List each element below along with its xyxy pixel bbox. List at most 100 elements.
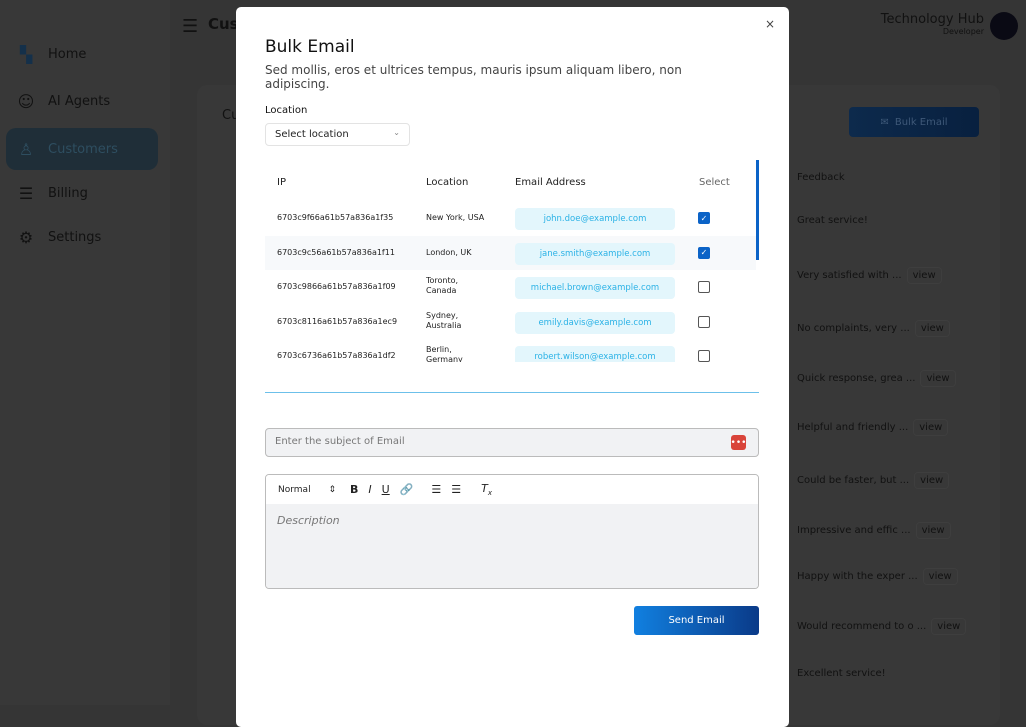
sidebar-item-customers[interactable]: ♙ Customers	[6, 128, 158, 170]
feedback-item: Great service!	[797, 215, 868, 226]
bulk-email-modal: × Bulk Email Sed mollis, eros et ultrice…	[236, 7, 789, 727]
email-chip: emily.davis@example.com	[515, 311, 675, 334]
sidebar-item-ai-agents[interactable]: ☺ AI Agents	[6, 80, 158, 122]
table-row: 6703c9c56a61b57a836a1f11 London, UK jane…	[265, 235, 756, 270]
subject-placeholder: Enter the subject of Email	[275, 436, 405, 447]
clear-format-icon[interactable]: Tx	[481, 482, 492, 497]
feedback-text: Would recommend to o ...	[797, 621, 927, 632]
user-role: Developer	[942, 27, 984, 36]
table-row: 6703c8116a61b57a836a1ec9 Sydney, Austral…	[265, 305, 756, 339]
location-cell: London, UK	[426, 247, 472, 257]
underline-icon[interactable]: U	[382, 483, 390, 496]
close-icon[interactable]: ×	[765, 17, 775, 31]
table-scrollbar[interactable]	[756, 160, 759, 260]
location-cell: Sydney, Australia	[426, 310, 462, 330]
select-checkbox[interactable]	[698, 315, 710, 328]
italic-icon[interactable]: I	[368, 483, 371, 496]
select-checkbox[interactable]: ✓	[698, 246, 710, 259]
hamburger-menu-icon[interactable]: ☰	[182, 16, 198, 37]
description-editor: Normal ⇕ B I U 🔗 ☰ ☰ Tx Description	[265, 474, 759, 589]
feedback-text: Quick response, grea ...	[797, 373, 916, 384]
feedback-text: Excellent service!	[797, 668, 886, 679]
sidebar-item-home[interactable]: ▚ Home	[6, 33, 158, 75]
view-button[interactable]: view	[913, 419, 949, 436]
sidebar-item-billing[interactable]: ☰ Billing	[6, 172, 158, 214]
feedback-item: Could be faster, but ... view	[797, 472, 950, 489]
ordered-list-icon[interactable]: ☰	[431, 483, 441, 496]
feedback-text: Happy with the exper ...	[797, 571, 918, 582]
avatar[interactable]	[990, 12, 1018, 40]
home-grid-icon: ▚	[19, 44, 33, 64]
sidebar-item-settings[interactable]: ⚙ Settings	[6, 216, 158, 258]
sidebar-item-label: Settings	[48, 229, 102, 245]
feedback-item: Excellent service!	[797, 668, 886, 679]
feedback-text: Could be faster, but ...	[797, 475, 910, 486]
feedback-item: Impressive and effic ... view	[797, 522, 951, 539]
view-button[interactable]: view	[914, 472, 950, 489]
recipients-table: IP Location Email Address Select 6703c9f…	[265, 160, 759, 362]
user-name: Technology Hub	[880, 12, 984, 27]
table-row: 6703c6736a61b57a836a1df2 Berlin, Germany…	[265, 339, 756, 362]
email-chip: robert.wilson@example.com	[515, 346, 675, 362]
sidebar-item-label: Customers	[48, 141, 118, 157]
select-checkbox[interactable]	[698, 281, 710, 293]
bold-icon[interactable]: B	[350, 483, 358, 496]
view-button[interactable]: view	[915, 522, 951, 539]
ip-cell: 6703c9f66a61b57a836a1f35	[277, 213, 394, 222]
updown-icon: ⇕	[328, 484, 336, 495]
select-checkbox[interactable]: ✓	[698, 212, 710, 224]
location-cell: New York, USA	[426, 213, 485, 222]
select-checkbox[interactable]	[698, 350, 710, 362]
ip-cell: 6703c9866a61b57a836a1f09	[277, 282, 396, 291]
feedback-item: Very satisfied with ... view	[797, 267, 942, 284]
bulk-email-label: Bulk Email	[894, 116, 948, 128]
table-row: 6703c9f66a61b57a836a1f35 New York, USA j…	[265, 201, 756, 235]
format-select[interactable]: Normal ⇕	[278, 485, 340, 495]
divider	[265, 392, 759, 393]
column-header-location: Location	[426, 177, 469, 188]
subject-input[interactable]: Enter the subject of Email •••	[265, 428, 759, 457]
receipt-icon: ☰	[18, 183, 34, 203]
feedback-text: Helpful and friendly ...	[797, 422, 909, 433]
feedback-item: Helpful and friendly ... view	[797, 419, 949, 436]
bulk-email-button[interactable]: ✉ Bulk Email	[849, 107, 979, 137]
link-icon[interactable]: 🔗	[400, 483, 414, 496]
table-row: 6703c9866a61b57a836a1f09 Toronto, Canada…	[265, 270, 756, 304]
location-cell: Berlin, Germany	[426, 345, 463, 362]
description-placeholder: Description	[277, 514, 340, 527]
feedback-item: Quick response, grea ... view	[797, 370, 956, 387]
editor-toolbar: Normal ⇕ B I U 🔗 ☰ ☰ Tx	[266, 475, 758, 504]
column-header-email: Email Address	[515, 177, 586, 188]
view-button[interactable]: view	[931, 618, 967, 635]
feedback-item: No complaints, very ... view	[797, 320, 950, 337]
email-chip: michael.brown@example.com	[515, 277, 675, 299]
email-chip: jane.smith@example.com	[515, 242, 675, 265]
feedback-text: No complaints, very ...	[797, 323, 910, 334]
sidebar: ▚ Home ☺ AI Agents ♙ Customers ☰ Billing ⚙ Se…	[0, 0, 170, 705]
view-button[interactable]: view	[922, 568, 958, 585]
ip-cell: 6703c6736a61b57a836a1df2	[277, 351, 396, 360]
bullet-list-icon[interactable]: ☰	[451, 483, 461, 496]
feedback-text: Great service!	[797, 215, 868, 226]
send-email-button[interactable]: Send Email	[634, 606, 759, 635]
column-header-ip: IP	[277, 177, 286, 188]
password-manager-icon[interactable]: •••	[731, 435, 746, 450]
sidebar-item-label: AI Agents	[48, 93, 111, 109]
feedback-item: Would recommend to o ... view	[797, 618, 967, 635]
location-select-value: Select location	[275, 129, 349, 140]
user-info[interactable]: Technology Hub Developer	[881, 12, 984, 36]
location-label: Location	[265, 105, 308, 116]
description-input[interactable]: Description	[266, 504, 758, 588]
location-select[interactable]: Select location ⌄	[265, 123, 410, 146]
feedback-text: Impressive and effic ...	[797, 525, 911, 536]
feedback-item: Happy with the exper ... view	[797, 568, 958, 585]
modal-subtitle: Sed mollis, eros et ultrices tempus, mau…	[265, 63, 682, 91]
sidebar-item-label: Home	[48, 46, 87, 62]
modal-title: Bulk Email	[265, 37, 355, 57]
view-button[interactable]: view	[914, 320, 950, 337]
email-chip: john.doe@example.com	[515, 208, 675, 230]
ip-cell: 6703c8116a61b57a836a1ec9	[277, 316, 398, 326]
view-button[interactable]: view	[920, 370, 956, 387]
view-button[interactable]: view	[906, 267, 942, 284]
chevron-down-icon: ⌄	[393, 128, 400, 137]
